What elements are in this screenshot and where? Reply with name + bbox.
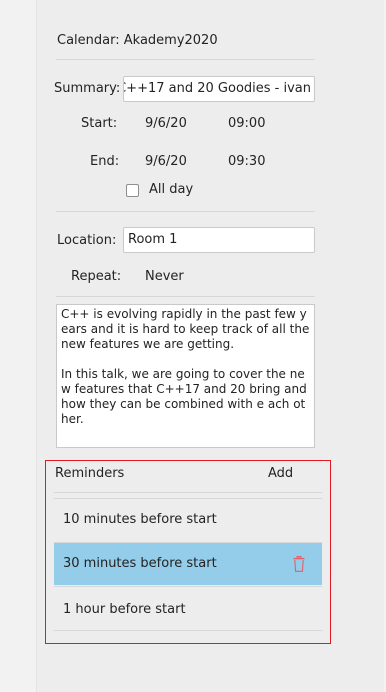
trash-icon[interactable] [293, 556, 305, 572]
separator [54, 586, 322, 587]
reminder-item[interactable]: 1 hour before start [54, 589, 322, 631]
reminder-item-label: 1 hour before start [63, 602, 186, 617]
description-paragraph-2: In this talk, we are going to cover the … [61, 367, 311, 426]
location-label: Location: [57, 233, 117, 248]
end-date[interactable]: 9/6/20 [145, 154, 187, 169]
reminder-item-label: 30 minutes before start [63, 556, 217, 571]
all-day-label[interactable]: All day [149, 182, 193, 197]
all-day-checkbox[interactable] [126, 184, 139, 197]
separator [54, 492, 322, 493]
summary-input-text: C++17 and 20 Goodies - ivan [123, 81, 311, 96]
end-time[interactable]: 09:30 [228, 154, 265, 169]
reminder-item[interactable]: 10 minutes before start [54, 499, 322, 541]
start-date[interactable]: 9/6/20 [145, 116, 187, 131]
separator [56, 296, 315, 297]
calendar-label: Calendar: [57, 33, 120, 48]
end-label: End: [90, 154, 120, 169]
description-paragraph-1: C++ is evolving rapidly in the past few … [61, 307, 314, 351]
repeat-value[interactable]: Never [145, 269, 184, 284]
calendar-value: Akademy2020 [123, 33, 218, 48]
separator [56, 59, 315, 60]
add-reminder-button[interactable]: Add [268, 466, 293, 481]
reminder-item-selected[interactable]: 30 minutes before start [54, 543, 322, 585]
reminder-item-label: 10 minutes before start [63, 512, 217, 527]
description-textarea[interactable]: C++ is evolving rapidly in the past few … [56, 304, 315, 448]
location-input-text: Room 1 [128, 232, 178, 247]
calendar-row: Calendar: Akademy2020 [57, 33, 218, 48]
location-input[interactable]: Room 1 [123, 227, 315, 253]
repeat-label: Repeat: [71, 269, 122, 284]
separator [54, 630, 322, 631]
summary-input[interactable]: C++17 and 20 Goodies - ivan [123, 76, 315, 102]
separator [56, 211, 315, 212]
start-time[interactable]: 09:00 [228, 116, 265, 131]
reminders-section: Reminders Add 10 minutes before start 30… [45, 460, 331, 644]
reminders-title: Reminders [55, 466, 125, 481]
start-label: Start: [81, 116, 118, 131]
summary-label: Summary: [54, 81, 121, 96]
